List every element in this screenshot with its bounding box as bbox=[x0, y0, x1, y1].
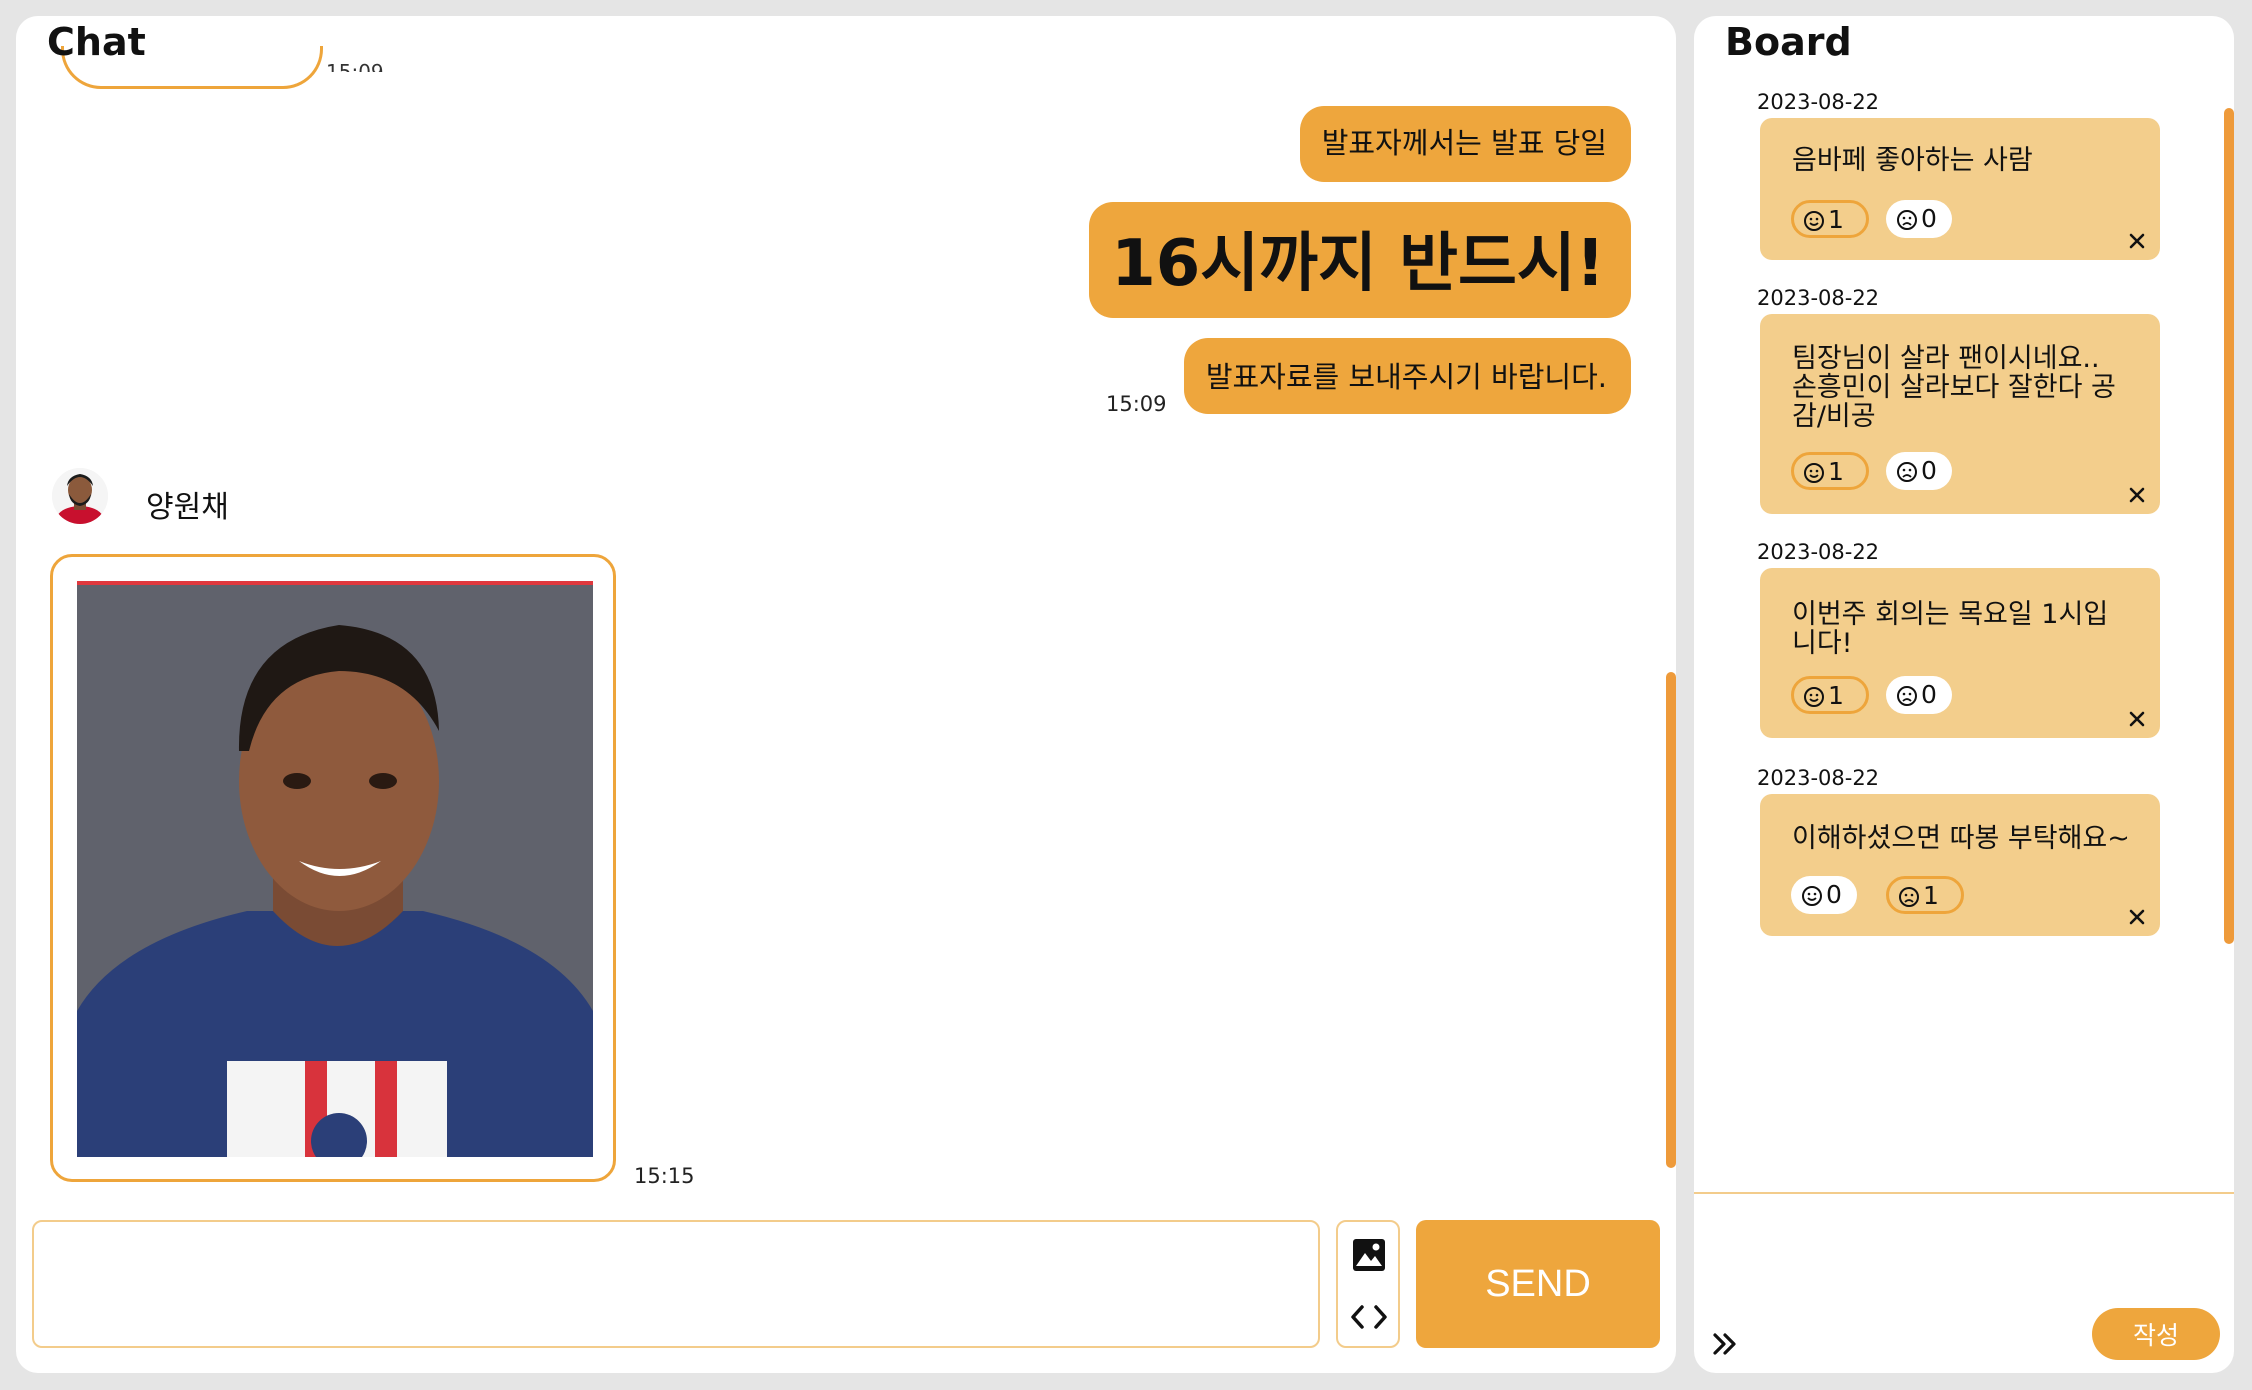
post-text: 음바페 좋아하는 사람 bbox=[1792, 145, 2033, 176]
code-icon[interactable] bbox=[1349, 1302, 1389, 1332]
frown-icon bbox=[1899, 887, 1919, 907]
post-text: 이해하셨으면 따봉 부탁해요~ bbox=[1792, 823, 2130, 854]
dislike-count: 0 bbox=[1921, 456, 1937, 485]
frown-icon bbox=[1897, 462, 1917, 482]
board-panel: Board 2023-08-22 음바페 좋아하는 사람 1 0 2023-08… bbox=[1694, 16, 2234, 1373]
board-title: Board bbox=[1725, 20, 1852, 64]
close-icon[interactable] bbox=[2126, 906, 2148, 928]
message-bubble: 발표자께서는 발표 당일 bbox=[1299, 106, 1631, 182]
attachment-tools bbox=[1336, 1220, 1400, 1348]
post-date: 2023-08-22 bbox=[1757, 766, 1880, 790]
chat-panel: 15:09 Chat 발표자께서는 발표 당일 16시까지 반드시! 발표자료를… bbox=[16, 16, 1676, 1373]
previous-message-time: 15:09 bbox=[326, 60, 384, 72]
image-icon[interactable] bbox=[1352, 1238, 1386, 1272]
message-bubble-large: 16시까지 반드시! bbox=[1089, 202, 1631, 318]
post-text: 팀장님이 살라 팬이시네요.. 손흥민이 살라보다 잘한다 공감/비공 bbox=[1792, 343, 2116, 432]
like-count: 1 bbox=[1828, 681, 1844, 710]
board-scrollbar[interactable] bbox=[2224, 108, 2234, 944]
post-text: 이번주 회의는 목요일 1시입니다! bbox=[1792, 599, 2109, 659]
board-post: 음바페 좋아하는 사람 1 0 bbox=[1760, 118, 2160, 260]
close-icon[interactable] bbox=[2126, 230, 2148, 252]
post-date: 2023-08-22 bbox=[1757, 90, 1880, 114]
write-button[interactable]: 작성 bbox=[2092, 1308, 2220, 1360]
post-date: 2023-08-22 bbox=[1757, 286, 1880, 310]
like-count: 0 bbox=[1826, 880, 1842, 909]
like-reaction[interactable]: 1 bbox=[1791, 452, 1869, 490]
message-time: 15:09 bbox=[1106, 392, 1167, 416]
smile-icon bbox=[1804, 687, 1824, 707]
like-reaction[interactable]: 1 bbox=[1791, 676, 1869, 714]
post-date: 2023-08-22 bbox=[1757, 540, 1880, 564]
like-count: 1 bbox=[1828, 205, 1844, 234]
frown-icon bbox=[1897, 686, 1917, 706]
board-divider bbox=[1694, 1192, 2234, 1194]
player-photo[interactable] bbox=[77, 581, 593, 1157]
message-bubble: 발표자료를 보내주시기 바랍니다. bbox=[1183, 338, 1631, 414]
dislike-count: 0 bbox=[1921, 680, 1937, 709]
board-post: 팀장님이 살라 팬이시네요.. 손흥민이 살라보다 잘한다 공감/비공 1 0 bbox=[1760, 314, 2160, 514]
smile-icon bbox=[1804, 211, 1824, 231]
smile-icon bbox=[1804, 463, 1824, 483]
close-icon[interactable] bbox=[2126, 708, 2148, 730]
smile-icon bbox=[1802, 886, 1822, 906]
avatar[interactable] bbox=[52, 468, 108, 524]
frown-icon bbox=[1897, 210, 1917, 230]
like-reaction[interactable]: 1 bbox=[1791, 200, 1869, 238]
expand-icon[interactable] bbox=[1710, 1328, 1742, 1360]
dislike-count: 1 bbox=[1923, 881, 1939, 910]
message-input[interactable] bbox=[32, 1220, 1320, 1348]
dislike-reaction[interactable]: 0 bbox=[1886, 200, 1952, 238]
like-count: 1 bbox=[1828, 457, 1844, 486]
chat-scrollbar[interactable] bbox=[1666, 672, 1676, 1168]
sender-name: 양원채 bbox=[146, 490, 229, 525]
image-message[interactable] bbox=[50, 554, 616, 1182]
board-post: 이번주 회의는 목요일 1시입니다! 1 0 bbox=[1760, 568, 2160, 738]
dislike-count: 0 bbox=[1921, 204, 1937, 233]
chat-title: Chat bbox=[47, 20, 146, 64]
like-reaction[interactable]: 0 bbox=[1791, 876, 1857, 914]
image-message-time: 15:15 bbox=[634, 1164, 695, 1188]
send-button[interactable]: SEND bbox=[1416, 1220, 1660, 1348]
board-post: 이해하셨으면 따봉 부탁해요~ 0 1 bbox=[1760, 794, 2160, 936]
dislike-reaction[interactable]: 1 bbox=[1886, 876, 1964, 914]
close-icon[interactable] bbox=[2126, 484, 2148, 506]
dislike-reaction[interactable]: 0 bbox=[1886, 676, 1952, 714]
dislike-reaction[interactable]: 0 bbox=[1886, 452, 1952, 490]
